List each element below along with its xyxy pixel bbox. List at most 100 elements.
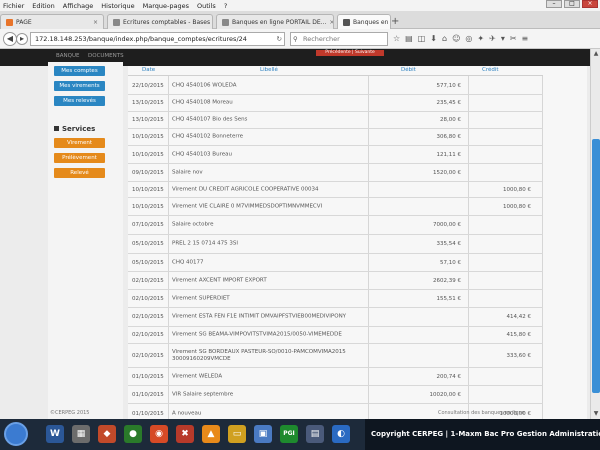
table-row[interactable]: 07/10/2015 Salaire octobre 7000,00 €: [128, 216, 543, 235]
taskbar-app-icon[interactable]: ◐: [332, 425, 350, 443]
row-libelle: Salaire octobre: [172, 221, 214, 228]
sync-icon[interactable]: ◎: [465, 34, 472, 43]
table-row[interactable]: 02/10/2015 Virement SG BEAMA-VIMPOVITSTVI…: [128, 327, 543, 344]
menu-item[interactable]: Affichage: [63, 2, 94, 10]
tools-icon[interactable]: ✂: [510, 34, 517, 43]
row-debit: 335,54 €: [436, 241, 462, 247]
sidebar-button-releve[interactable]: Relevé: [54, 168, 105, 178]
chat-icon[interactable]: ☺: [452, 34, 460, 43]
menu-item[interactable]: Edition: [32, 2, 55, 10]
table-row[interactable]: 13/10/2015 CHQ 4540108 Moreau 235,45 €: [128, 95, 543, 112]
close-window-button[interactable]: ×: [582, 0, 598, 8]
tab-favicon-icon: [222, 18, 229, 26]
taskbar-app-icon[interactable]: ▤: [306, 425, 324, 443]
scroll-up-icon[interactable]: ▲: [592, 50, 600, 58]
row-libelle: Salaire nov: [172, 169, 203, 175]
tab-close-icon[interactable]: ×: [326, 19, 333, 26]
maximize-button[interactable]: □: [564, 0, 580, 8]
table-row[interactable]: 02/10/2015 Virement SG BORDEAUX PASTEUR-S…: [128, 344, 543, 368]
home-icon[interactable]: ⌂: [442, 34, 447, 43]
table-row[interactable]: 10/10/2015 Virement VIE CLAIRE 0 M7VIMMED…: [128, 198, 543, 216]
browser-tab[interactable]: PAGE ×: [0, 14, 104, 29]
taskbar-app-icon[interactable]: ●: [124, 425, 142, 443]
pagination-badge[interactable]: Précédente | Suivante: [316, 50, 384, 56]
tab-close-icon[interactable]: ×: [90, 19, 98, 26]
sidebar-button-virement[interactable]: Virement: [54, 138, 105, 148]
table-row[interactable]: 10/10/2015 CHQ 4540103 Bureau 121,11 €: [128, 146, 543, 164]
vertical-scrollbar[interactable]: ▲ ▼: [590, 49, 600, 419]
star-icon[interactable]: ☆: [393, 34, 400, 43]
menu-item[interactable]: Outils: [197, 2, 216, 10]
menu-item[interactable]: Marque-pages: [143, 2, 189, 10]
taskbar-app-icon[interactable]: ✖: [176, 425, 194, 443]
row-libelle: CHQ 4540107 Bio des Sens: [172, 116, 248, 123]
start-button[interactable]: [4, 422, 28, 446]
sidebar-button-virements[interactable]: Mes virements: [54, 81, 105, 91]
table-row[interactable]: 05/10/2015 CHQ 40177 57,10 €: [128, 254, 543, 272]
forward-button[interactable]: ▸: [16, 33, 28, 45]
browser-tab[interactable]: Banques en ligne PORTAIL DE... ×: [216, 14, 334, 29]
sidebar-button-prelevement[interactable]: Prélèvement: [54, 153, 105, 163]
taskbar-app-icon[interactable]: ▲: [202, 425, 220, 443]
row-debit: 57,10 €: [440, 259, 461, 266]
browser-tab[interactable]: Banques en ligne×: [337, 14, 391, 29]
column-header-libelle[interactable]: Libellé: [260, 67, 278, 73]
extension-icon[interactable]: ▾: [501, 34, 505, 43]
tab-close-icon[interactable]: ×: [210, 19, 212, 26]
bookmarks-icon[interactable]: ▤: [405, 34, 413, 43]
table-row[interactable]: 02/10/2015 Virement ESTA FEN F1E INTIMIT …: [128, 308, 543, 327]
table-row[interactable]: 10/10/2015 Virement DU CREDIT AGRICOLE CO…: [128, 182, 543, 198]
search-placeholder: Rechercher: [303, 35, 340, 43]
table-row[interactable]: 01/10/2015 Virement WELEDA 200,74 €: [128, 368, 543, 386]
taskbar-app-icon[interactable]: ◉: [150, 425, 168, 443]
taskbar-app-icon[interactable]: PGI: [280, 425, 298, 443]
scrollbar-thumb[interactable]: [592, 139, 600, 393]
browser-tab[interactable]: Ecritures comptables - Bases×: [107, 14, 213, 29]
table-row[interactable]: 22/10/2015 CHQ 4540106 WOLEDA 577,10 €: [128, 77, 543, 95]
taskbar-app-icon[interactable]: ◆: [98, 425, 116, 443]
scroll-down-icon[interactable]: ▼: [592, 410, 600, 418]
table-row[interactable]: 09/10/2015 Salaire nov 1520,00 €: [128, 164, 543, 182]
taskbar-app-icon[interactable]: W: [46, 425, 64, 443]
minimize-button[interactable]: –: [546, 0, 562, 8]
reload-icon[interactable]: ↻: [277, 33, 282, 45]
menu-item[interactable]: ?: [224, 2, 227, 10]
addon-icon[interactable]: ✦: [477, 34, 484, 43]
taskbar-app-icon[interactable]: ▭: [228, 425, 246, 443]
row-date: 10/10/2015: [132, 186, 164, 193]
table-row[interactable]: 10/10/2015 CHQ 4540102 Bonneterre 306,80 €: [128, 129, 543, 146]
taskbar-app-icon[interactable]: ▦: [72, 425, 90, 443]
row-credit: 1000,80 €: [503, 203, 531, 210]
column-header-credit[interactable]: Crédit: [482, 67, 499, 73]
download-icon[interactable]: ⬇: [430, 34, 437, 43]
url-bar[interactable]: 172.18.148.253/banque/index.php/banque_c…: [30, 32, 285, 46]
back-button[interactable]: ◀: [3, 32, 17, 46]
menu-item[interactable]: Fichier: [3, 2, 24, 10]
taskbar-app-icon[interactable]: ▣: [254, 425, 272, 443]
table-row[interactable]: 02/10/2015 Virement AXCENT IMPORT EXPORT 2…: [128, 272, 543, 290]
search-input[interactable]: ⚲ Rechercher: [290, 32, 388, 46]
menu-icon[interactable]: ≡: [522, 34, 529, 43]
sidebar-button-releves[interactable]: Mes relevés: [54, 96, 105, 106]
table-row[interactable]: 05/10/2015 PREL 2 15 0714 475 3SI 335,54 €: [128, 235, 543, 254]
url-text: 172.18.148.253/banque/index.php/banque_c…: [35, 35, 247, 43]
column-header-debit[interactable]: Débit: [401, 67, 416, 73]
share-icon[interactable]: ✈: [489, 34, 496, 43]
nav-link-documents[interactable]: DOCUMENTS: [88, 53, 124, 59]
row-debit: 2602,39 €: [433, 277, 461, 284]
row-debit: 1520,00 €: [433, 169, 461, 176]
sidebar: Mes comptes Mes virements Mes relevés Se…: [48, 62, 123, 419]
table-row[interactable]: 13/10/2015 CHQ 4540107 Bio des Sens 28,00 …: [128, 112, 543, 129]
footer-text: Consultation des banques en ligne: [438, 410, 525, 416]
column-header-date[interactable]: Date: [142, 67, 155, 73]
table-row[interactable]: 01/10/2015 VIR Salaire septembre 10020,00 …: [128, 386, 543, 404]
menu-item[interactable]: Historique: [101, 2, 134, 10]
pocket-icon[interactable]: ◫: [418, 34, 426, 43]
new-tab-button[interactable]: +: [391, 16, 399, 27]
row-debit: 306,80 €: [436, 134, 462, 140]
sidebar-button-comptes[interactable]: Mes comptes: [54, 66, 105, 76]
menu-bar: Fichier Edition Affichage Historique Marque-…: [0, 0, 600, 11]
footer-copyright: ©CERPEG 2015: [50, 410, 90, 416]
nav-link-banque[interactable]: BANQUE: [56, 53, 79, 59]
table-row[interactable]: 02/10/2015 Virement SUPERDIET 155,51 €: [128, 290, 543, 308]
